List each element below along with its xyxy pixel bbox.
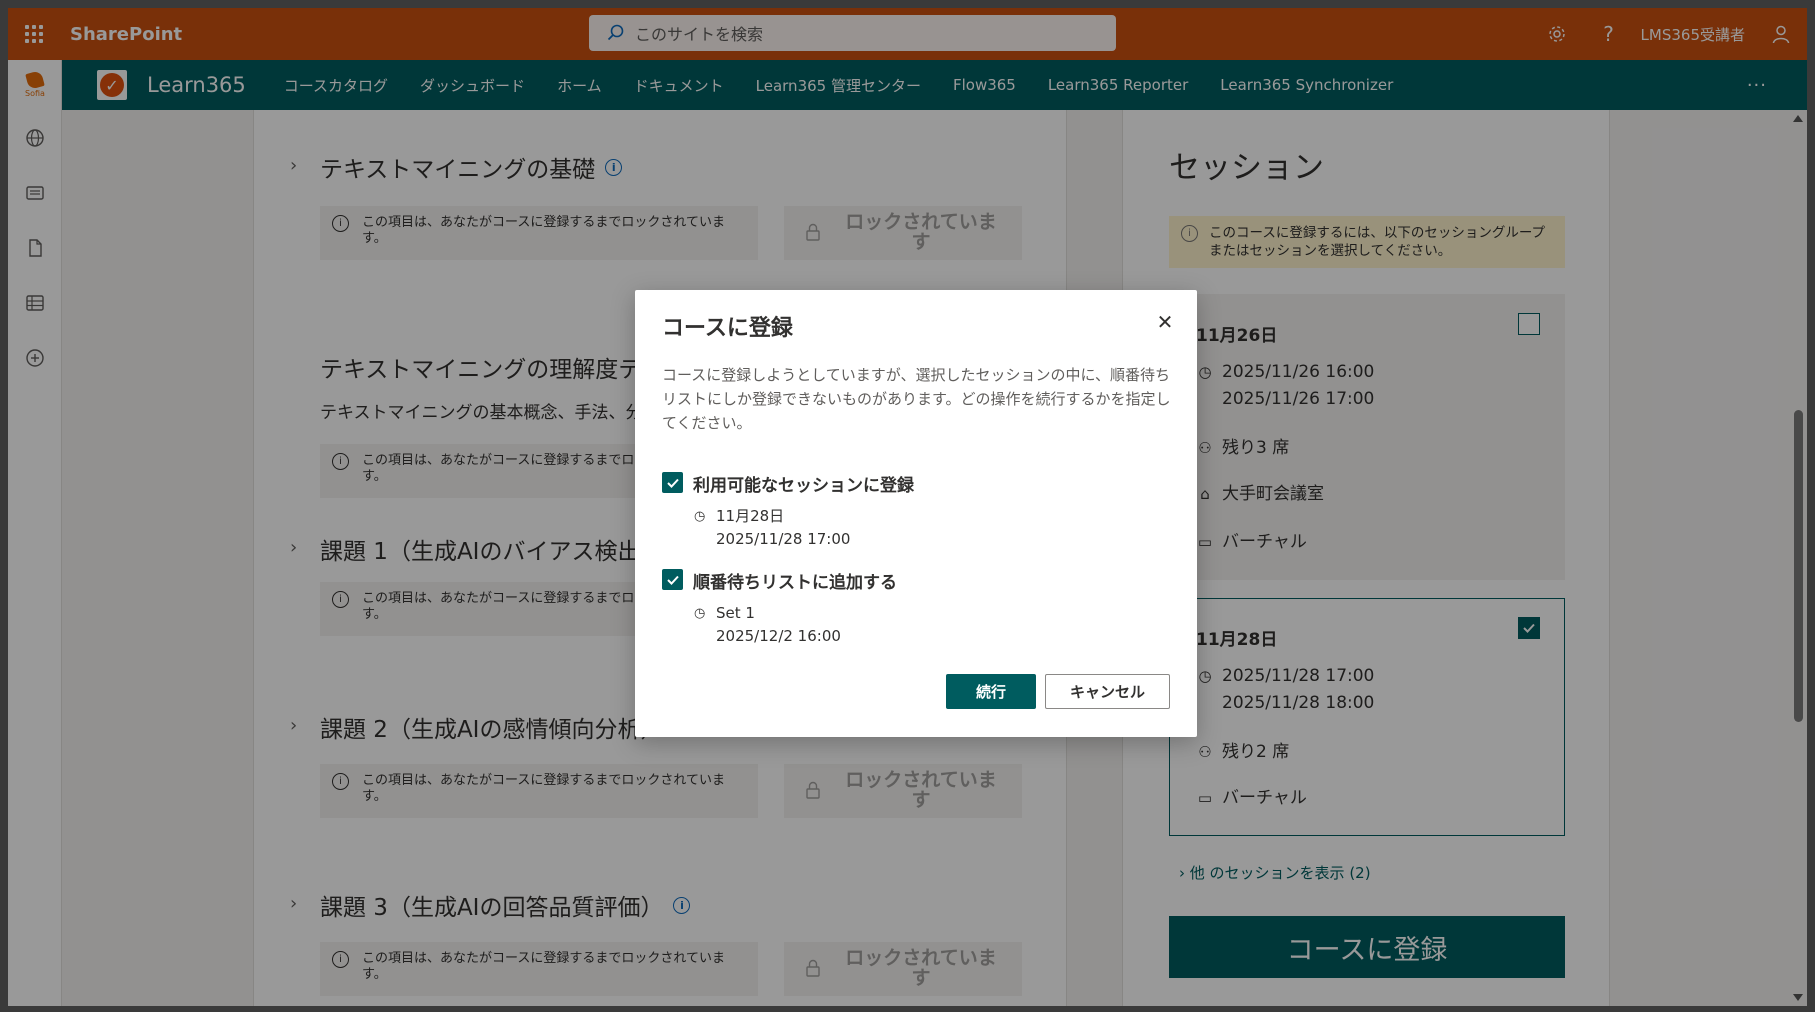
option-label[interactable]: 順番待ちリストに追加する: [693, 568, 897, 593]
cancel-button[interactable]: キャンセル: [1045, 674, 1170, 709]
continue-button[interactable]: 続行: [946, 674, 1036, 709]
option-checkbox[interactable]: [662, 569, 683, 590]
browser-frame: SharePoint このサイトを検索 ? LMS365受講者 Sofia ✓ …: [8, 8, 1807, 1006]
calendar-clock-icon: ◷: [694, 606, 706, 621]
option-label[interactable]: 利用可能なセッションに登録: [693, 471, 914, 496]
option-detail: ◷ 11月28日 2025/11/28 17:00: [694, 507, 851, 548]
close-icon[interactable]: ✕: [1155, 310, 1175, 334]
option-checkbox[interactable]: [662, 472, 683, 493]
option-detail: ◷ Set 1 2025/12/2 16:00: [694, 604, 841, 645]
dialog-body: コースに登録しようとしていますが、選択したセッションの中に、順番待ちリストにしか…: [662, 366, 1171, 432]
dialog-title: コースに登録: [662, 316, 793, 341]
calendar-clock-icon: ◷: [694, 509, 706, 524]
enroll-dialog: コースに登録 ✕ コースに登録しようとしていますが、選択したセッションの中に、順…: [635, 290, 1197, 737]
